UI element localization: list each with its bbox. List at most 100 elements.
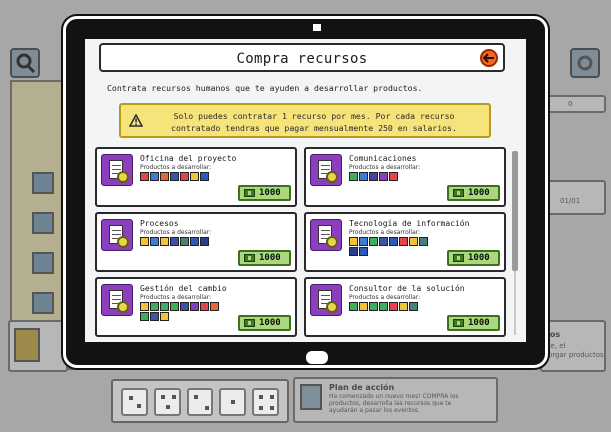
- resource-document-icon: [101, 284, 133, 316]
- dice-tray: [111, 379, 289, 423]
- resource-name: Procesos: [140, 219, 179, 228]
- buy-price-button[interactable]: 1000: [238, 315, 291, 331]
- buy-price-button[interactable]: 1000: [447, 315, 500, 331]
- product-icon: [150, 312, 159, 321]
- product-icons: [349, 302, 429, 311]
- product-icon: [200, 302, 209, 311]
- product-icon: [160, 172, 169, 181]
- product-icons: [349, 237, 429, 256]
- money-icon: [244, 189, 255, 197]
- products-label: Productos a desarrollar:: [349, 229, 421, 236]
- buy-price-button[interactable]: 1000: [447, 250, 500, 266]
- product-icon: [170, 237, 179, 246]
- money-icon: [244, 254, 255, 262]
- product-icon: [180, 302, 189, 311]
- product-icon: [359, 247, 368, 256]
- settings-tool-icon[interactable]: [570, 48, 600, 78]
- product-icon: [359, 237, 368, 246]
- money-icon: [244, 319, 255, 327]
- resource-card-comunicaciones[interactable]: Comunicaciones Productos a desarrollar: …: [304, 147, 506, 207]
- top-counter-panel: 0: [540, 95, 606, 113]
- product-icon: [379, 172, 388, 181]
- right-info-title: tos: [546, 330, 561, 339]
- product-icon: [369, 172, 378, 181]
- product-icon: [210, 302, 219, 311]
- product-icon: [409, 237, 418, 246]
- money-icon: [453, 319, 464, 327]
- product-icon: [150, 237, 159, 246]
- top-counter-value: 0: [568, 100, 573, 108]
- product-icon: [389, 172, 398, 181]
- warning-banner: Solo puedes contratar 1 recurso por mes.…: [119, 103, 491, 138]
- warning-icon: [129, 114, 143, 127]
- product-icon: [379, 237, 388, 246]
- product-icon: [180, 172, 189, 181]
- modal-title: Compra recursos: [236, 51, 368, 67]
- price-value: 1000: [259, 318, 281, 328]
- product-icons: [140, 237, 220, 246]
- product-icon: [190, 172, 199, 181]
- die[interactable]: [252, 388, 279, 416]
- price-value: 1000: [468, 188, 490, 198]
- product-icon: [389, 237, 398, 246]
- tablet-home-button[interactable]: [306, 351, 328, 364]
- modal-intro-text: Contrata recursos humanos que te ayuden …: [107, 83, 423, 93]
- resource-name: Comunicaciones: [349, 154, 417, 163]
- die[interactable]: [219, 388, 247, 416]
- price-value: 1000: [259, 253, 281, 263]
- buy-price-button[interactable]: 1000: [238, 250, 291, 266]
- resource-card-consultor-de-la-solucion[interactable]: Consultor de la solución Productos a des…: [304, 277, 506, 337]
- product-icon: [150, 172, 159, 181]
- product-icon: [349, 172, 358, 181]
- product-icon: [140, 302, 149, 311]
- date-counter-panel: 01/01: [540, 180, 606, 215]
- product-icon: [369, 302, 378, 311]
- buy-price-button[interactable]: 1000: [238, 185, 291, 201]
- buy-price-button[interactable]: 1000: [447, 185, 500, 201]
- magnifier-tool-icon[interactable]: [10, 48, 40, 78]
- scrollbar-thumb[interactable]: [512, 151, 518, 271]
- product-icon: [359, 172, 368, 181]
- resource-card-tecnologia-de-informacion[interactable]: Tecnología de información Productos a de…: [304, 212, 506, 272]
- resource-card-procesos[interactable]: Procesos Productos a desarrollar: 1000: [95, 212, 297, 272]
- product-icon: [160, 302, 169, 311]
- warning-text: Solo puedes contratar 1 recurso por mes.…: [171, 111, 457, 133]
- money-icon: [453, 254, 464, 262]
- product-icon: [140, 312, 149, 321]
- product-icon: [349, 302, 358, 311]
- product-icon: [409, 302, 418, 311]
- action-plan-card: Plan de acción Ha comenzado un nuevo mes…: [293, 377, 498, 423]
- back-button[interactable]: [480, 49, 498, 67]
- products-label: Productos a desarrollar:: [140, 229, 212, 236]
- resource-name: Oficina del proyecto: [140, 154, 237, 163]
- arrow-left-icon: [483, 53, 494, 63]
- resource-name: Tecnología de información: [349, 219, 470, 228]
- lightbulb-icon: [14, 328, 40, 362]
- product-icon: [379, 302, 388, 311]
- money-icon: [453, 189, 464, 197]
- resource-card-grid: Oficina del proyecto Productos a desarro…: [95, 147, 509, 342]
- products-label: Productos a desarrollar:: [349, 164, 421, 171]
- card-list-scrollbar[interactable]: [512, 147, 518, 342]
- product-icon: [170, 172, 179, 181]
- resource-document-icon: [310, 219, 342, 251]
- products-label: Productos a desarrollar:: [140, 164, 212, 171]
- product-icons: [140, 302, 220, 321]
- resource-document-icon: [101, 219, 133, 251]
- plan-title: Plan de acción: [329, 383, 395, 392]
- product-icon: [349, 247, 358, 256]
- resource-document-icon: [310, 284, 342, 316]
- product-icons: [349, 172, 429, 181]
- die[interactable]: [121, 388, 148, 416]
- product-icon: [170, 302, 179, 311]
- plan-text: Ha comenzado un nuevo mes! COMPRA los pr…: [329, 393, 459, 414]
- die[interactable]: [153, 388, 181, 416]
- die[interactable]: [186, 388, 214, 416]
- tablet-camera: [313, 24, 321, 31]
- product-icon: [150, 302, 159, 311]
- product-icon: [160, 312, 169, 321]
- resource-card-gestion-del-cambio[interactable]: Gestión del cambio Productos a desarroll…: [95, 277, 297, 337]
- right-info-text: ue, el lorgar productos.: [546, 342, 606, 359]
- resource-card-oficina-del-proyecto[interactable]: Oficina del proyecto Productos a desarro…: [95, 147, 297, 207]
- product-icon: [419, 237, 428, 246]
